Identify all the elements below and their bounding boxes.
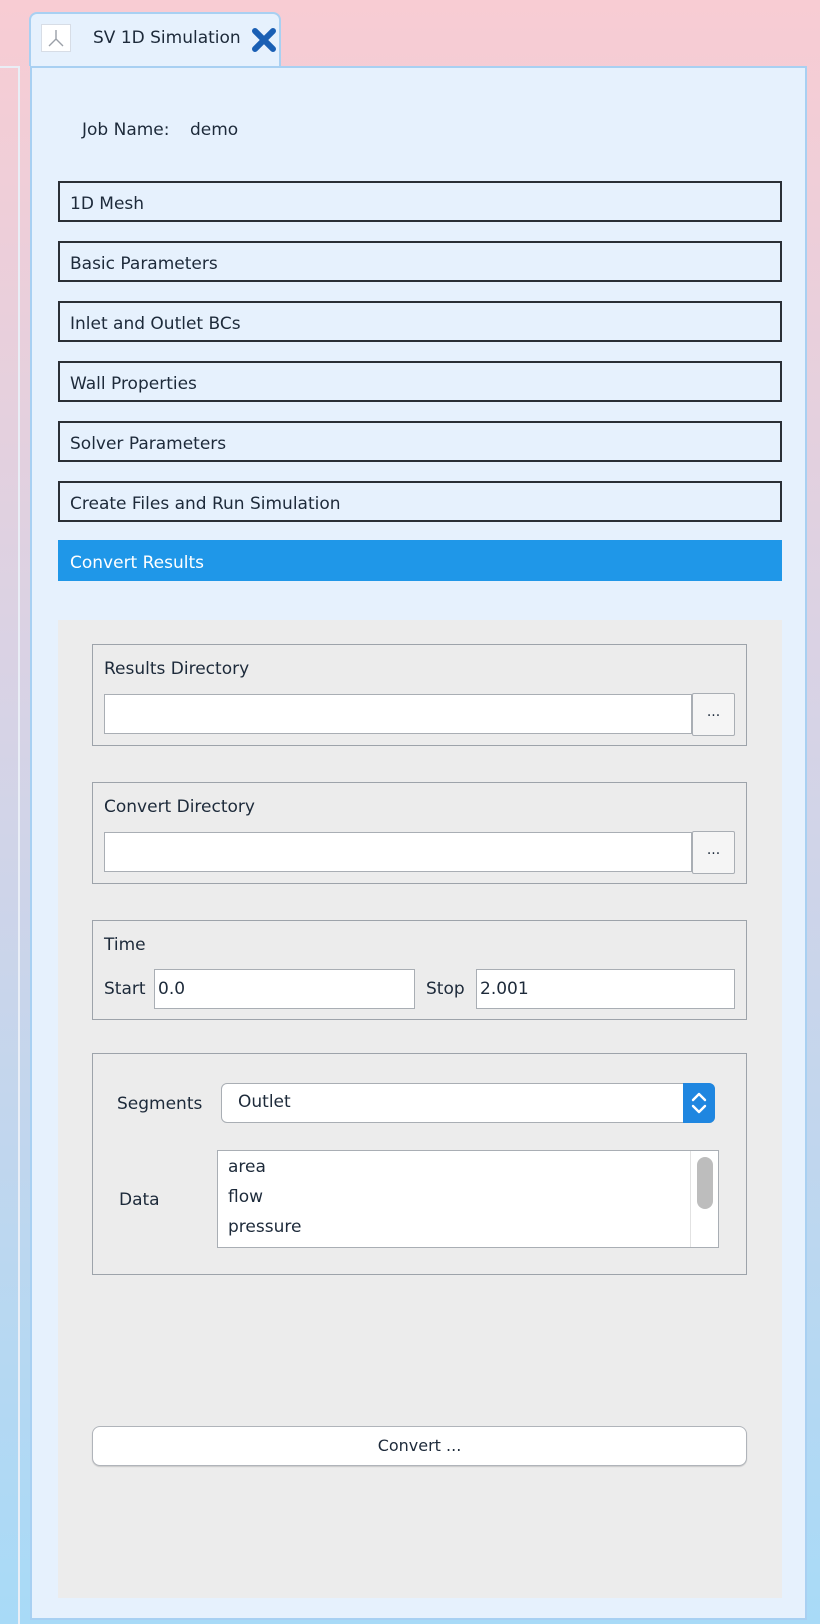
app-logo-icon [41,24,71,52]
background-panel-edge [0,66,20,1624]
tab-title: SV 1D Simulation [93,28,241,48]
segments-label: Segments [117,1094,203,1114]
list-item[interactable]: flow [228,1187,263,1207]
convert-directory-title: Convert Directory [104,797,255,817]
time-start-input[interactable]: 0.0 [154,969,415,1009]
scrollbar-thumb[interactable] [697,1157,713,1209]
section-wall-properties[interactable]: Wall Properties [58,361,782,402]
time-stop-input[interactable]: 2.001 [476,969,735,1009]
results-directory-title: Results Directory [104,659,250,679]
section-create-files-run[interactable]: Create Files and Run Simulation [58,481,782,522]
convert-directory-group: Convert Directory ... [92,782,747,884]
section-basic-parameters[interactable]: Basic Parameters [58,241,782,282]
results-directory-browse-button[interactable]: ... [692,693,735,736]
results-directory-input[interactable] [104,694,692,734]
segments-dropdown[interactable]: Outlet [221,1083,715,1123]
data-listbox[interactable]: area flow pressure [217,1150,719,1248]
chevron-up-down-icon[interactable] [683,1083,715,1123]
convert-directory-input[interactable] [104,832,692,872]
results-directory-group: Results Directory ... [92,644,747,746]
job-name-label: Job Name: [82,120,170,140]
convert-directory-browse-button[interactable]: ... [692,831,735,874]
list-item[interactable]: pressure [228,1217,301,1237]
segments-data-group: Segments Outlet Data area flow pressure [92,1053,747,1275]
section-solver-parameters[interactable]: Solver Parameters [58,421,782,462]
time-group: Time Start 0.0 Stop 2.001 [92,920,747,1020]
convert-button[interactable]: Convert ... [92,1426,747,1466]
tab-sv-1d-simulation[interactable]: SV 1D Simulation [29,12,281,66]
section-1d-mesh[interactable]: 1D Mesh [58,181,782,222]
section-convert-results[interactable]: Convert Results [58,540,782,581]
data-label: Data [119,1190,160,1210]
close-icon[interactable] [249,25,279,55]
time-title: Time [104,935,146,955]
job-name-value: demo [190,120,239,140]
section-inlet-outlet-bcs[interactable]: Inlet and Outlet BCs [58,301,782,342]
convert-results-content: Results Directory ... Convert Directory … [58,620,782,1598]
time-stop-label: Stop [426,979,465,999]
data-list-scrollbar[interactable] [690,1151,718,1247]
segments-selected-value: Outlet [238,1092,291,1112]
list-item[interactable]: area [228,1157,266,1177]
time-start-label: Start [104,979,146,999]
simulation-panel: Job Name: demo 1D Mesh Basic Parameters … [30,66,807,1620]
